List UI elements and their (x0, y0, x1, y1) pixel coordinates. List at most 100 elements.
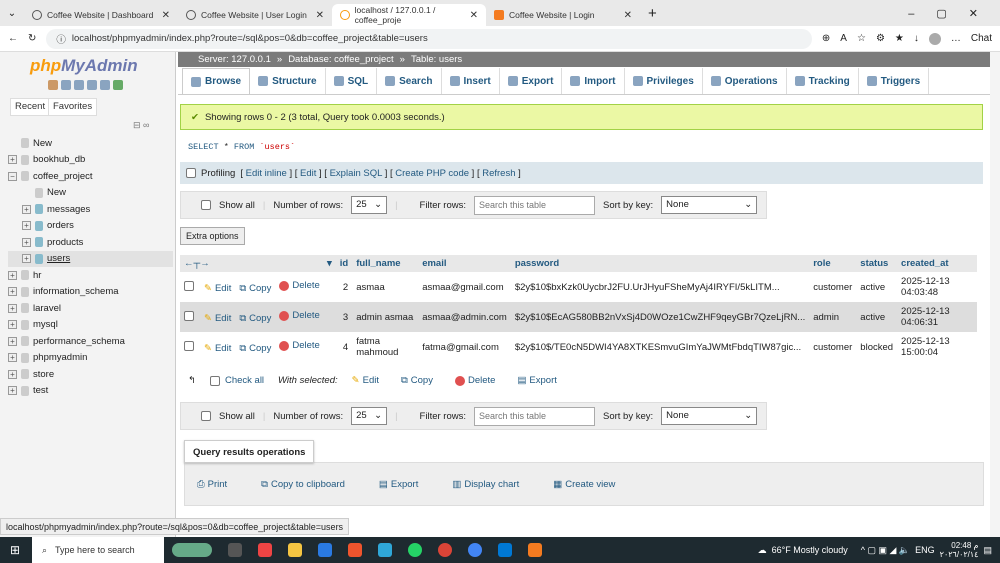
bulk-copy-button[interactable]: ⧉ Copy (401, 375, 433, 386)
row-checkbox[interactable] (184, 280, 194, 291)
sort-key-select[interactable]: None ⌄ (661, 196, 758, 214)
row-edit-button[interactable]: ✎ Edit (204, 343, 231, 354)
phpmyadmin-logo[interactable]: phpMyAdmin (30, 56, 138, 76)
check-all-checkbox[interactable] (209, 375, 220, 386)
row-edit-button[interactable]: ✎ Edit (204, 313, 231, 324)
column-header-status[interactable]: status (856, 255, 898, 272)
row-delete-button[interactable]: Delete (279, 340, 320, 351)
bulk-export-button[interactable]: ▤ Export (517, 375, 556, 386)
browser-tab-active[interactable]: localhost / 127.0.0.1 / coffee_proje ✕ (332, 4, 486, 26)
windows-start-icon[interactable]: ⊞ (10, 543, 20, 557)
table-link[interactable]: Table: users (411, 54, 462, 65)
logout-icon[interactable] (61, 80, 71, 90)
close-tab-icon[interactable]: ✕ (316, 10, 324, 21)
file-explorer-icon[interactable] (288, 543, 302, 557)
browser-tab[interactable]: Coffee Website | User Login ✕ (178, 4, 332, 26)
cell-role[interactable]: admin (809, 302, 857, 332)
tab-privileges[interactable]: Privileges (625, 68, 703, 94)
expand-icon[interactable]: + (8, 369, 17, 379)
row-edit-button[interactable]: ✎ Edit (204, 283, 231, 294)
address-input[interactable]: ⓘ localhost/phpmyadmin/index.php?route=/s… (46, 28, 812, 49)
taskbar-search[interactable]: ⌕ Type here to search (32, 537, 164, 563)
browser-tab[interactable]: Coffee Website | Login ✕ (486, 4, 640, 26)
show-all-checkbox[interactable] (201, 411, 211, 421)
filter-rows-input[interactable]: Search this table (474, 195, 595, 215)
tab-triggers[interactable]: Triggers (859, 68, 930, 94)
browser-tab[interactable]: Coffee Website | Dashboard ✕ (24, 4, 178, 26)
expand-icon[interactable]: + (22, 204, 31, 214)
recent-tab[interactable]: Recent (10, 98, 51, 116)
edge-icon[interactable] (378, 543, 392, 557)
column-header-role[interactable]: role (809, 255, 857, 272)
refresh-link[interactable]: Refresh (482, 168, 515, 179)
row-delete-button[interactable]: Delete (279, 310, 320, 321)
notifications-icon[interactable]: ▤ (983, 545, 992, 556)
server-link[interactable]: Server: 127.0.0.1 (198, 54, 271, 65)
copy-clipboard-button[interactable]: ⧉ Copy to clipboard (261, 479, 345, 490)
tab-operations[interactable]: Operations (703, 68, 787, 94)
close-tab-icon[interactable]: ✕ (624, 10, 632, 21)
vscode-icon[interactable] (498, 543, 512, 557)
tree-item-bookhub-db[interactable]: + bookhub_db (8, 152, 173, 169)
expand-icon[interactable]: + (8, 270, 17, 280)
tab-export[interactable]: Export (500, 68, 563, 94)
chrome-icon[interactable] (438, 543, 452, 557)
expand-icon[interactable]: + (22, 221, 31, 231)
task-view-icon[interactable] (228, 543, 242, 557)
cell-password[interactable]: $2y$10$bxKzk0UycbrJ2FU.UrJHyuFSheMyAj4IR… (511, 272, 809, 302)
docs-icon[interactable] (87, 80, 97, 90)
zoom-icon[interactable]: ⊕ (822, 33, 830, 44)
cell-role[interactable]: customer (809, 332, 856, 362)
cell-status[interactable]: blocked (856, 332, 897, 362)
close-tab-icon[interactable]: ✕ (162, 10, 170, 21)
tree-item-laravel[interactable]: + laravel (8, 300, 173, 317)
tree-item-performance-schema[interactable]: + performance_schema (8, 333, 173, 350)
column-header-email[interactable]: email (418, 255, 511, 272)
favorites-icon[interactable]: ★ (895, 33, 904, 44)
cell-created-at[interactable]: 2025-12-13 04:06:31 (897, 302, 977, 332)
edit-link[interactable]: Edit (300, 168, 316, 179)
weather-text[interactable]: 66°F Mostly cloudy (772, 545, 848, 555)
tree-item-coffee-project[interactable]: − coffee_project (8, 168, 173, 185)
cell-created-at[interactable]: 2025-12-13 15:00:04 (897, 332, 977, 362)
filter-rows-input[interactable]: Search this table (474, 406, 595, 426)
expand-icon[interactable]: + (8, 287, 17, 297)
cell-id[interactable]: 2 (336, 272, 352, 302)
edit-inline-link[interactable]: Edit inline (246, 168, 287, 179)
cell-status[interactable]: active (856, 302, 898, 332)
settings-icon[interactable] (100, 80, 110, 90)
profile-avatar[interactable] (928, 32, 941, 45)
cell-email[interactable]: fatma@gmail.com (418, 332, 511, 362)
print-button[interactable]: ⎙ Print (197, 479, 227, 490)
tree-item-New[interactable]: New (8, 135, 173, 152)
bulk-delete-button[interactable]: Delete (454, 375, 495, 386)
explain-sql-link[interactable]: Explain SQL (330, 168, 382, 179)
copilot-chat-button[interactable]: Chat (971, 33, 992, 44)
expand-icon[interactable]: + (8, 320, 17, 330)
tab-import[interactable]: Import (562, 68, 625, 94)
row-delete-button[interactable]: Delete (279, 280, 320, 291)
expand-icon[interactable]: + (22, 254, 31, 264)
cell-role[interactable]: customer (809, 272, 856, 302)
cell-id[interactable]: 4 (336, 332, 352, 362)
home-icon[interactable] (48, 80, 58, 90)
row-checkbox[interactable] (184, 340, 194, 351)
tree-item-mysql[interactable]: + mysql (8, 317, 173, 334)
xampp-icon[interactable] (528, 543, 542, 557)
cell-full-name[interactable]: admin asmaa (352, 302, 419, 332)
display-chart-button[interactable]: ▥ Display chart (452, 479, 519, 490)
download-icon[interactable]: ↓ (914, 33, 919, 44)
create-view-button[interactable]: ▦ Create view (553, 479, 615, 490)
tree-item-users[interactable]: + users (8, 250, 173, 267)
tree-item-orders[interactable]: + orders (8, 218, 173, 235)
row-checkbox[interactable] (184, 310, 194, 321)
cell-full-name[interactable]: asmaa (352, 272, 418, 302)
expand-icon[interactable]: + (8, 303, 17, 313)
cell-email[interactable]: asmaa@gmail.com (418, 272, 511, 302)
expand-icon[interactable]: + (22, 237, 31, 247)
tree-item-New[interactable]: New (8, 185, 173, 202)
whatsapp-icon[interactable] (408, 543, 422, 557)
expand-icon[interactable]: + (8, 155, 17, 165)
tab-browse[interactable]: Browse (182, 68, 251, 94)
cell-created-at[interactable]: 2025-12-13 04:03:48 (897, 272, 977, 302)
